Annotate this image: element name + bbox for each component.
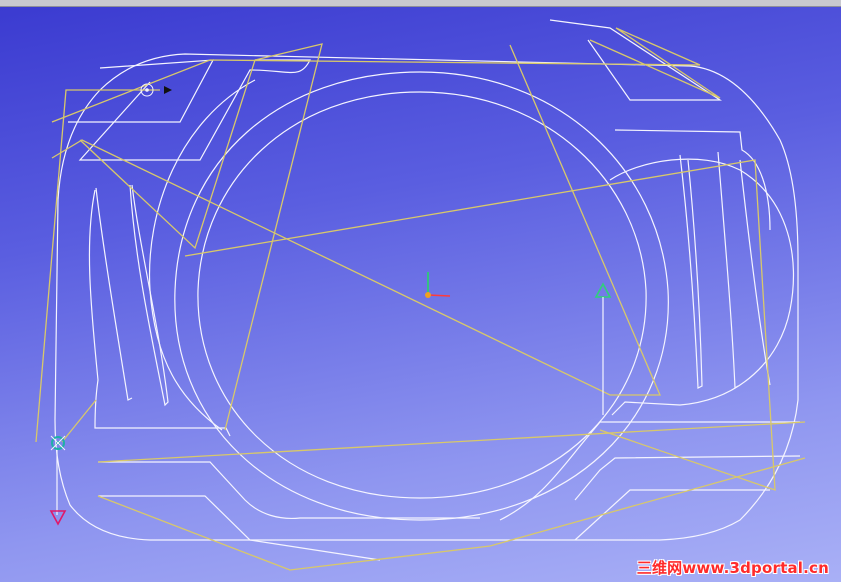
right-rib-2: [717, 151, 739, 390]
toolpath-segment-h: [61, 399, 97, 443]
left-rib-1: [95, 187, 133, 401]
top-left-pocket: [78, 59, 311, 161]
inner-circle-offset: [197, 91, 647, 499]
end-triangle-icon: [49, 510, 67, 526]
bottom-right-step-2: [574, 455, 801, 501]
toolpath-segment-b: [51, 27, 721, 123]
right-rib-3: [739, 159, 771, 386]
toolpath-segment-d: [79, 43, 323, 431]
central-circle: [174, 71, 669, 521]
xyz-axis-triad-icon: [425, 272, 451, 298]
tool-position-icon: [50, 435, 66, 451]
left-rib-outer: [88, 189, 231, 437]
right-rib-1: [679, 154, 703, 389]
toolpath-segment-c: [51, 44, 661, 396]
bottom-left-step: [98, 461, 480, 520]
watermark-text: 三维网www.3dportal.cn: [636, 559, 829, 577]
bottom-right-step-3: [574, 489, 770, 541]
cad-viewport[interactable]: 三维网www.3dportal.cn: [0, 0, 841, 582]
top-left-parallelogram: [68, 59, 215, 123]
toolpath-segment-g: [97, 457, 806, 571]
start-triangle-icon: [594, 282, 612, 415]
toolpath-segment-a: [35, 89, 160, 443]
drawing-canvas[interactable]: [0, 0, 841, 582]
